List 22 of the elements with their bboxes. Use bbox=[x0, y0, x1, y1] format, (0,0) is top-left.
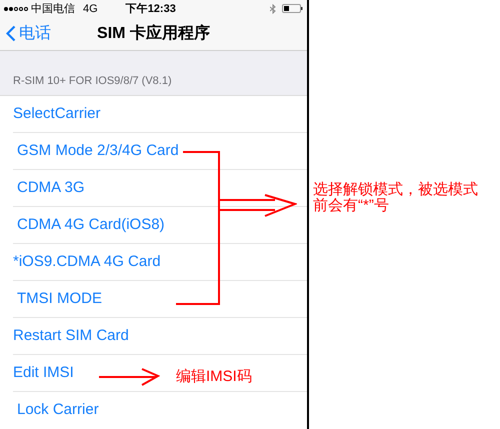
menu-item[interactable]: *iOS9.CDMA 4G Card bbox=[13, 250, 161, 274]
nav-title: SIM 卡应用程序 bbox=[97, 23, 210, 44]
battery-icon bbox=[282, 4, 303, 14]
annotation-text: 编辑IMSI码 bbox=[176, 367, 252, 387]
annotation-text: 选择解锁模式，被选模式前会有“*”号 bbox=[313, 182, 479, 214]
menu-item[interactable]: SelectCarrier bbox=[13, 102, 101, 126]
chevron-left-icon bbox=[6, 25, 16, 42]
menu-item[interactable]: CDMA 4G Card(iOS8) bbox=[13, 214, 165, 236]
menu-item[interactable]: CDMA 3G bbox=[13, 176, 85, 200]
menu-item[interactable]: GSM Mode 2/3/4G Card bbox=[13, 140, 179, 162]
signal-icon bbox=[4, 6, 28, 11]
menu-item[interactable]: Restart SIM Card bbox=[13, 324, 129, 348]
section-header: R-SIM 10+ FOR IOS9/8/7 (V8.1) bbox=[13, 74, 172, 88]
menu-item[interactable]: Edit IMSI bbox=[13, 362, 74, 384]
time-text: 下午12:33 bbox=[126, 2, 176, 17]
network-text: 4G bbox=[83, 2, 98, 17]
menu-item[interactable]: Lock Carrier bbox=[17, 399, 99, 422]
back-button[interactable]: 电话 bbox=[0, 22, 51, 46]
bluetooth-icon bbox=[270, 4, 276, 14]
carrier-text: 中国电信 bbox=[31, 2, 75, 17]
menu-item[interactable]: TMSI MODE bbox=[13, 288, 102, 310]
arrow-icon bbox=[98, 367, 160, 388]
